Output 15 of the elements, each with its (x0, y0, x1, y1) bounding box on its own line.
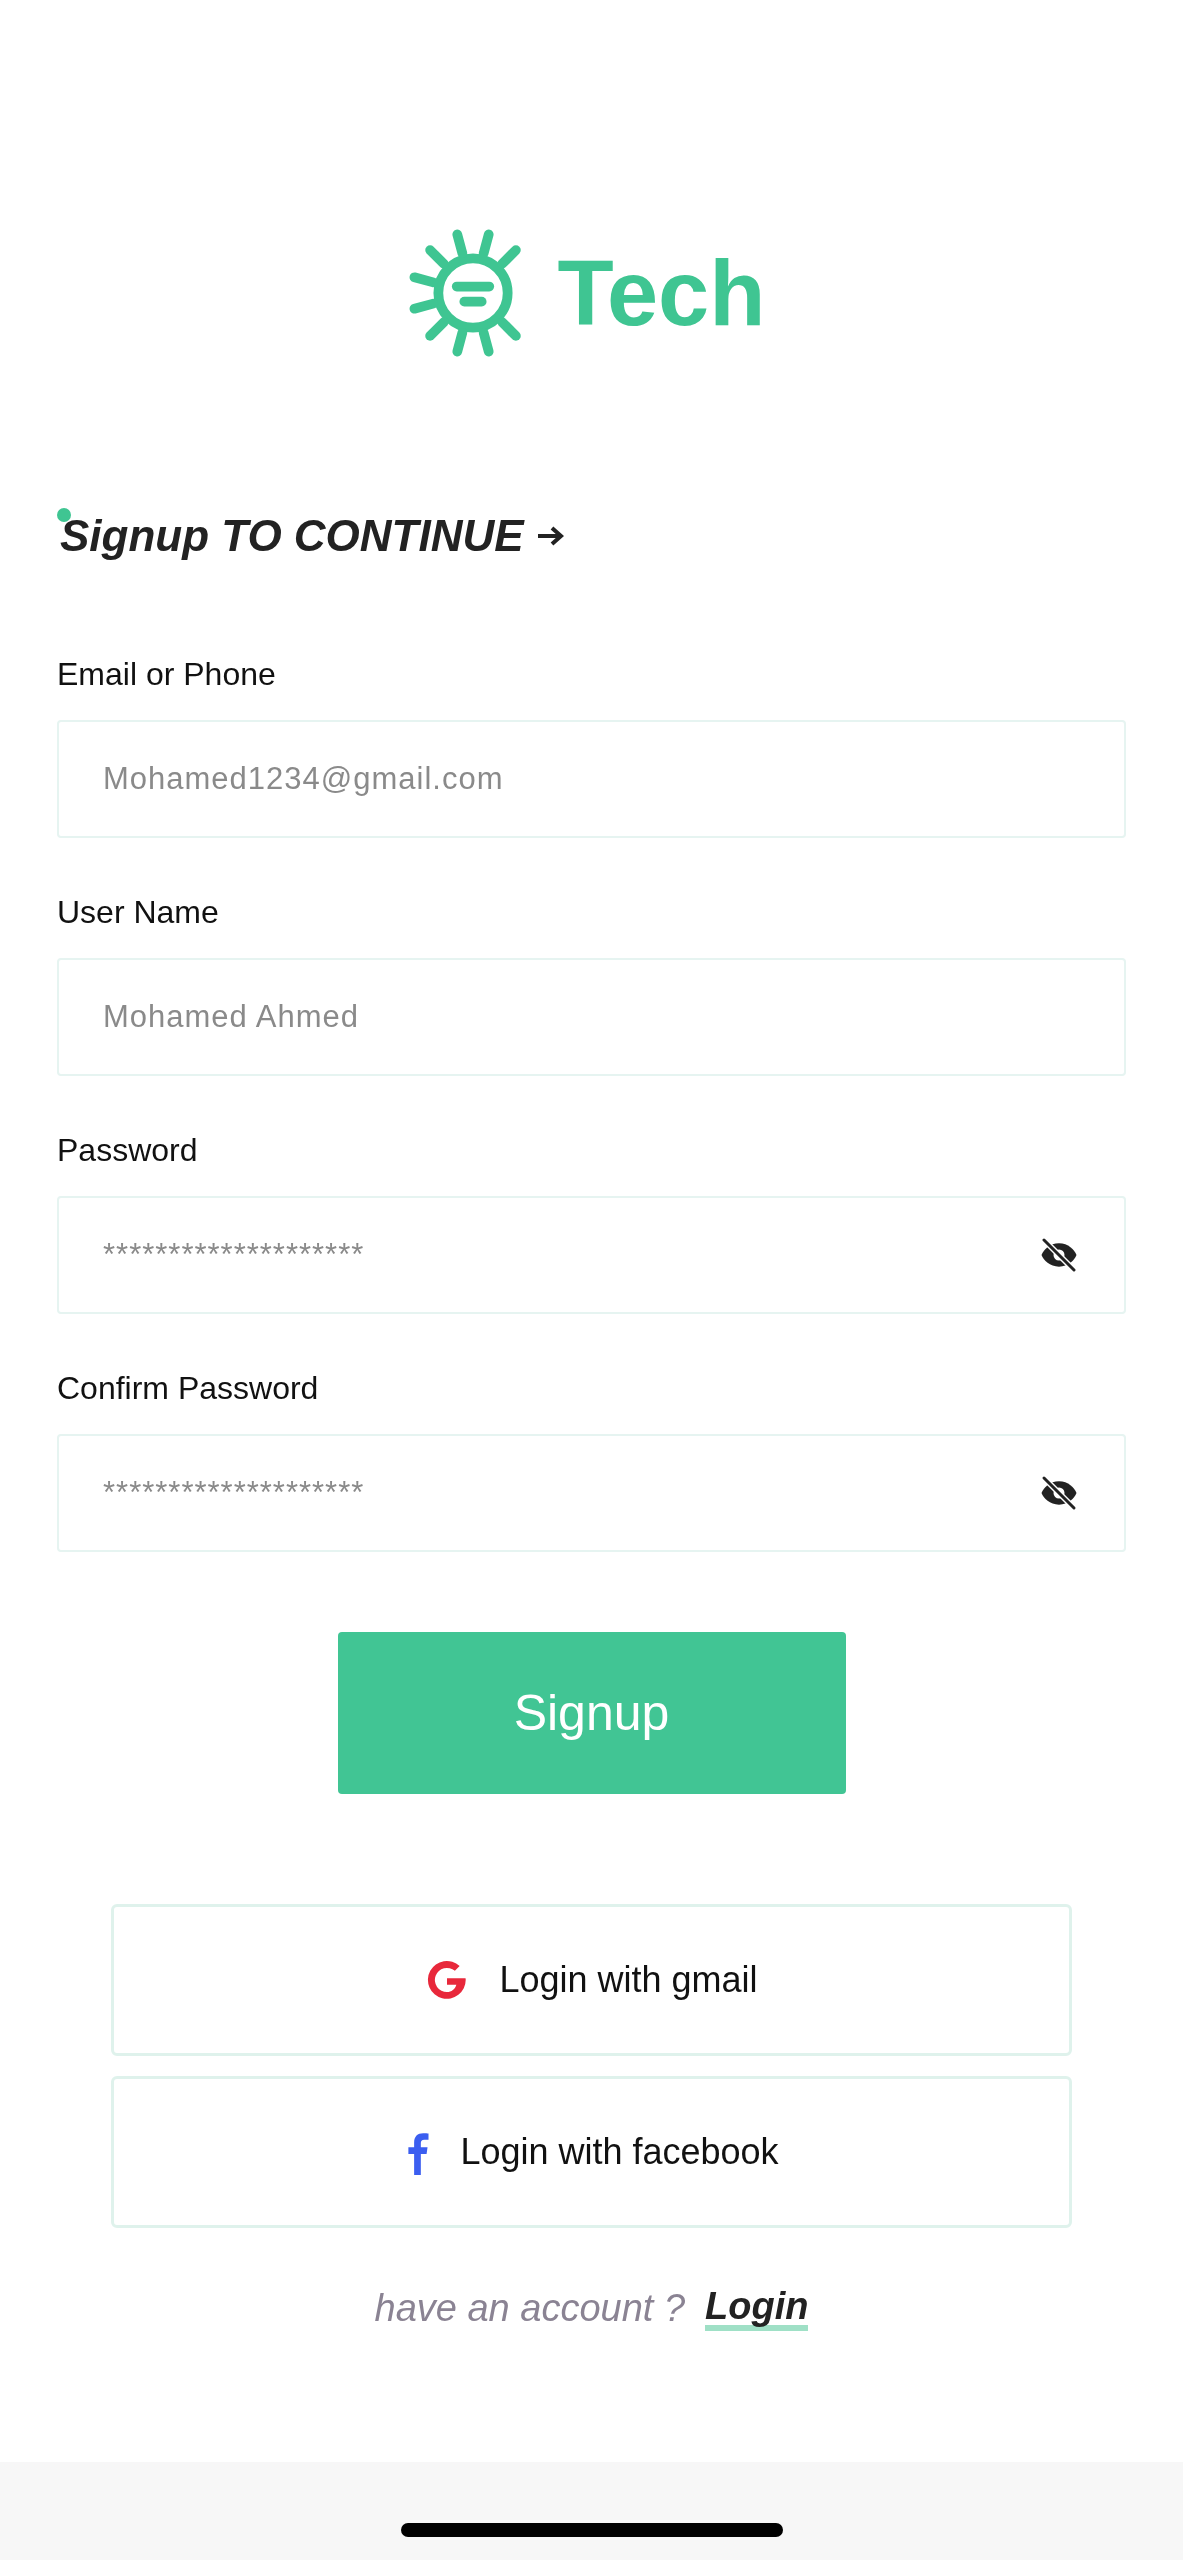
prompt-text: have an account ? (374, 2286, 686, 2331)
arrow-right-icon (535, 524, 566, 548)
password-field[interactable]: ******************** (57, 1434, 1126, 1552)
login-link[interactable]: Login (705, 2286, 809, 2331)
password-field[interactable]: ******************** (57, 1196, 1126, 1314)
field-label: Password (57, 1134, 199, 1166)
logo-text: Tech (557, 247, 766, 339)
input-field[interactable]: Mohamed Ahmed (57, 958, 1126, 1076)
field-label: Email or Phone (57, 658, 277, 690)
section-heading: Signup TO CONTINUE (60, 514, 524, 558)
input-field[interactable]: Mohamed1234@gmail.com (57, 720, 1126, 838)
field-label: User Name (57, 896, 220, 928)
field-label: Confirm Password (57, 1372, 320, 1404)
social-login-button[interactable]: Login with gmail (111, 1904, 1072, 2056)
social-login-button[interactable]: Login with facebook (111, 2076, 1072, 2228)
